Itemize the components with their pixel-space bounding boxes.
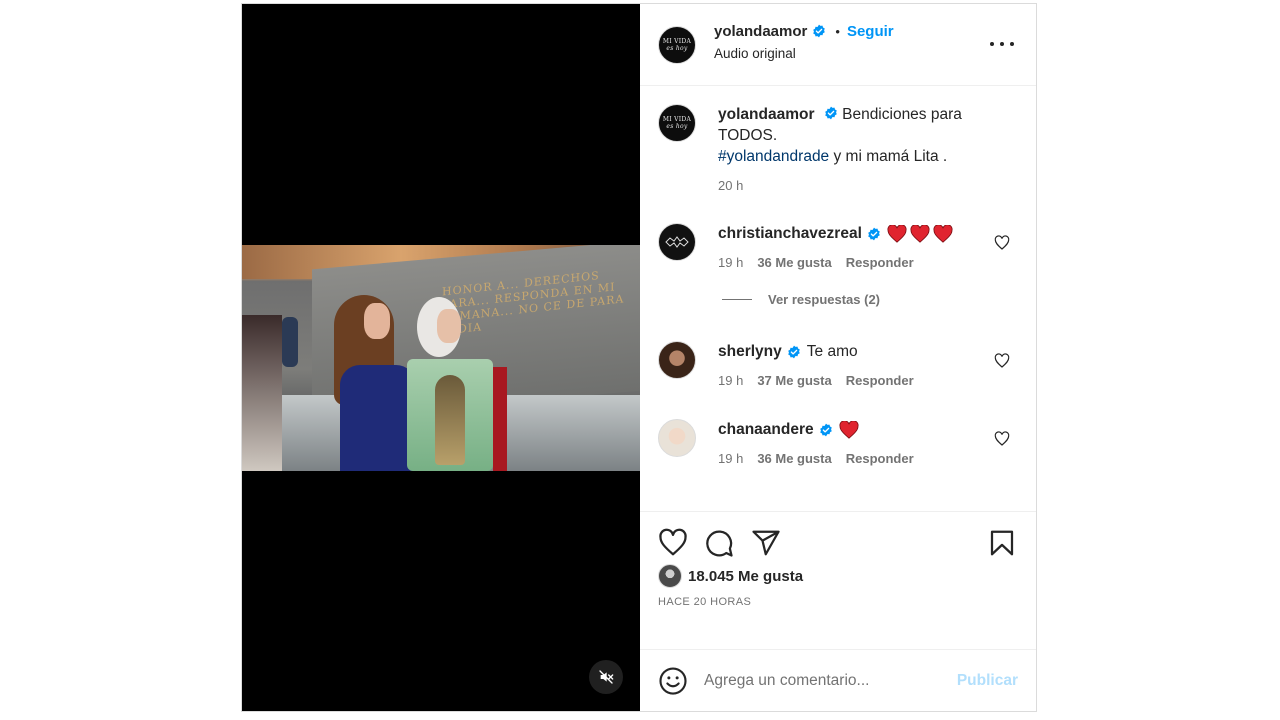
verified-badge-icon [813,24,826,38]
post-side-panel: MI VIDA es hoy yolandaamor • Seguir Audi… [640,4,1036,711]
instagram-post: HONOR A... DERECHOS PARA... RESPONDA EN … [241,3,1037,712]
likes-summary[interactable]: 18.045 Me gusta [658,564,803,588]
comment-username[interactable]: chanaandere [718,419,814,440]
red-heart-emoji-icon [933,224,953,243]
view-replies-label: Ver respuestas (2) [768,292,881,307]
comment-time[interactable]: 19 h [718,252,743,273]
verified-badge-icon [825,106,837,120]
red-heart-emoji-icon [910,224,930,243]
comment-time[interactable]: 19 h [718,448,743,469]
add-comment-bar: Publicar [640,649,1036,711]
muted-speaker-icon [599,670,614,684]
follow-button[interactable]: Seguir [847,23,894,40]
video-player[interactable]: HONOR A... DERECHOS PARA... RESPONDA EN … [242,4,640,711]
video-background-person [282,317,298,367]
mute-toggle-button[interactable] [589,660,623,694]
video-woman-white-hair [407,297,507,471]
like-heart-icon[interactable] [658,528,688,558]
comment-avatar[interactable] [658,419,696,457]
caption-username[interactable]: yolandaamor [718,106,814,123]
comment-avatar-logo [665,236,689,248]
post-header: MI VIDA es hoy yolandaamor • Seguir Audi… [640,4,1036,86]
post-time[interactable]: HACE 20 HORAS [658,596,751,608]
reply-button[interactable]: Responder [846,448,914,469]
more-options-icon[interactable] [990,34,1014,54]
comment-username[interactable]: sherlyny [718,341,782,362]
post-actions: 18.045 Me gusta HACE 20 HORAS Publicar [640,511,1036,711]
heart-icon[interactable] [994,431,1010,447]
share-icon[interactable] [751,528,781,558]
red-heart-emoji-icon [887,224,907,243]
comment-icon[interactable] [704,528,734,558]
header-separator: • [835,23,840,39]
caption-hashtag-link[interactable]: #yolandandrade [718,148,829,165]
comment-likes[interactable]: 36 Me gusta [757,252,831,273]
author-username[interactable]: yolandaamor [714,23,807,40]
caption-avatar[interactable]: MI VIDA es hoy [658,104,696,142]
bookmark-icon[interactable] [987,528,1017,558]
comment-username[interactable]: christianchavezreal [718,223,862,244]
audio-label[interactable]: Audio original [714,46,894,61]
verified-badge-icon [868,227,880,240]
author-avatar-logo: MI VIDA es hoy [662,37,692,52]
caption-text-line2: TODOS. [718,127,778,144]
liker-avatar [658,564,682,588]
comment-likes[interactable]: 36 Me gusta [757,448,831,469]
reply-button[interactable]: Responder [846,252,914,273]
verified-badge-icon [787,345,800,358]
comment-hearts [839,420,859,439]
comment-input[interactable] [704,671,934,690]
emoji-icon[interactable] [658,666,688,696]
comments-section: MI VIDA es hoy yolandaamor Bendiciones p… [640,86,1036,511]
likes-count[interactable]: 18.045 Me gusta [688,568,803,585]
publish-button[interactable]: Publicar [957,672,1018,690]
caption-time[interactable]: 20 h [718,175,743,196]
caption-text-line1: Bendiciones para [842,106,962,123]
comment-avatar[interactable] [658,223,696,261]
heart-icon[interactable] [994,235,1010,251]
verified-badge-icon [819,423,832,436]
author-avatar[interactable]: MI VIDA es hoy [658,25,696,64]
video-bystander [242,315,282,471]
comment-hearts [887,224,953,243]
reply-button[interactable]: Responder [846,370,914,391]
comment-text: Te amo [806,343,858,360]
comment-time[interactable]: 19 h [718,370,743,391]
comment-avatar[interactable] [658,341,696,379]
view-replies-button[interactable]: Ver respuestas (2) [722,292,880,307]
caption-text-tail: y mi mamá Lita . [829,148,948,165]
video-frame[interactable]: HONOR A... DERECHOS PARA... RESPONDA EN … [242,245,640,471]
red-heart-emoji-icon [839,420,859,439]
heart-icon[interactable] [994,353,1010,369]
comment-likes[interactable]: 37 Me gusta [757,370,831,391]
